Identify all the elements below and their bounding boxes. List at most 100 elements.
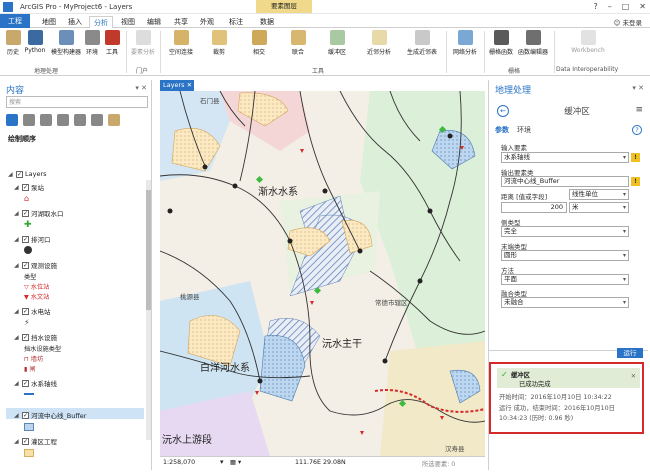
expand-icon[interactable]: ◢ xyxy=(8,171,14,178)
layer-outfall[interactable]: ◢ ✓ 排河口 xyxy=(14,234,51,244)
environments-button[interactable]: 环境 xyxy=(82,30,102,56)
menu-icon[interactable]: ≡ xyxy=(635,105,643,115)
dropdown-icon[interactable]: ▾ xyxy=(623,298,626,307)
tab-parameters[interactable]: 参数 xyxy=(495,125,509,135)
back-arrow-icon[interactable]: ← xyxy=(497,105,509,117)
near-button[interactable]: 近邻分析 xyxy=(364,30,394,56)
tab-insert[interactable]: 插入 xyxy=(64,16,86,28)
tab-edit[interactable]: 编辑 xyxy=(143,16,165,28)
map-canvas[interactable] xyxy=(160,91,485,456)
layer-checkbox[interactable]: ✓ xyxy=(22,437,29,445)
charts-icon[interactable] xyxy=(108,114,120,126)
layer-checkbox[interactable]: ✓ xyxy=(22,379,29,387)
side-type-select[interactable]: 完全 ▾ xyxy=(501,226,629,237)
dropdown-icon[interactable]: ▾ xyxy=(623,203,626,212)
tab-data[interactable]: 数据 xyxy=(256,16,278,28)
layer-checkbox[interactable]: ✓ xyxy=(22,183,29,191)
map-view[interactable]: 石门县 渐水水系 桃源县 常德市辖区 沅水主干 白洋河水系 沅水上游段 汉寿县 xyxy=(160,91,485,456)
close-icon[interactable]: ✕ xyxy=(187,81,192,89)
feature-analysis-button[interactable]: 要素分析 xyxy=(128,30,158,56)
user-status[interactable]: ☺ 未登录 xyxy=(614,17,642,27)
tab-appearance[interactable]: 外观 xyxy=(196,16,218,28)
editing-icon[interactable] xyxy=(57,114,69,126)
layer-checkbox[interactable]: ✓ xyxy=(22,261,29,269)
expand-icon[interactable]: ◢ xyxy=(14,184,20,191)
dropdown-icon[interactable]: ▾ xyxy=(623,153,626,162)
pane-controls[interactable]: ▾ ✕ xyxy=(632,84,644,92)
tab-environments[interactable]: 环境 xyxy=(517,125,531,135)
run-button[interactable]: 运行 xyxy=(617,348,643,358)
selection-icon[interactable] xyxy=(40,114,52,126)
layer-checkbox[interactable]: ✓ xyxy=(22,307,29,315)
tab-map[interactable]: 地图 xyxy=(38,16,60,28)
expand-icon[interactable]: ◢ xyxy=(14,236,20,243)
layer-checkbox[interactable]: ✓ xyxy=(16,170,23,178)
raster-functions-button[interactable]: 栅格函数 xyxy=(486,30,516,56)
modelbuilder-button[interactable]: 模型构建器 xyxy=(48,30,84,56)
scale-selector[interactable]: 1:258,070 xyxy=(163,459,195,466)
close-icon[interactable]: ✕ xyxy=(639,2,646,11)
dissolve-type-select[interactable]: 未融合 ▾ xyxy=(501,297,629,308)
map-view-tab[interactable]: Layers ✕ xyxy=(160,80,194,91)
dropdown-icon[interactable]: ▾ xyxy=(623,275,626,284)
expand-icon[interactable]: ◢ xyxy=(14,412,20,419)
tab-labeling[interactable]: 标注 xyxy=(225,16,247,28)
pane-controls[interactable]: ▾ ✕ xyxy=(135,84,147,92)
dropdown-icon[interactable]: ▾ xyxy=(623,190,626,199)
tab-share[interactable]: 共享 xyxy=(170,16,192,28)
expand-icon[interactable]: ◢ xyxy=(14,210,20,217)
tab-project[interactable]: 工程 xyxy=(0,14,30,28)
tree-root[interactable]: ◢ ✓ Layers xyxy=(8,170,47,178)
map-tools-icon[interactable]: ▦ ▾ xyxy=(230,459,241,466)
layer-checkbox[interactable]: ✓ xyxy=(22,209,29,217)
layer-checkbox[interactable]: ✓ xyxy=(22,411,29,419)
layer-intake[interactable]: ◢ ✓ 河湖取水口 xyxy=(14,208,64,218)
expand-icon[interactable]: ◢ xyxy=(14,380,20,387)
dropdown-icon[interactable]: ▾ xyxy=(623,227,626,236)
distance-unit-select[interactable]: 米 ▾ xyxy=(569,202,629,213)
labeling-icon[interactable] xyxy=(91,114,103,126)
input-features-field[interactable]: 水系轴线 ▾ xyxy=(501,152,629,163)
function-editor-button[interactable]: 函数编辑器 xyxy=(515,30,551,56)
tab-view[interactable]: 视图 xyxy=(117,16,139,28)
expand-icon[interactable]: ◢ xyxy=(14,262,20,269)
layer-checkbox[interactable]: ✓ xyxy=(22,333,29,341)
end-type-select[interactable]: 圆形 ▾ xyxy=(501,250,629,261)
layer-observation[interactable]: ◢ ✓ 观测设施 xyxy=(14,260,57,270)
layer-irrigation[interactable]: ◢ ✓ 灌区工程 xyxy=(14,436,57,446)
minimize-icon[interactable]: – xyxy=(608,2,612,11)
layer-pump-station[interactable]: ◢ ✓ 泵站 xyxy=(14,182,44,192)
snapping-icon[interactable] xyxy=(74,114,86,126)
method-select[interactable]: 平面 ▾ xyxy=(501,274,629,285)
generate-near-table-button[interactable]: 生成近邻表 xyxy=(404,30,440,56)
scale-dropdown-icon[interactable]: ▾ xyxy=(220,458,224,466)
distance-value-input[interactable]: 200 xyxy=(501,202,567,213)
python-button[interactable]: Python xyxy=(22,30,48,54)
expand-icon[interactable]: ◢ xyxy=(14,334,20,341)
clip-button[interactable]: 裁剪 xyxy=(206,30,232,56)
distance-mode-select[interactable]: 线性单位 ▾ xyxy=(569,189,629,200)
layer-river-buffer[interactable]: ◢ ✓ 河流中心线_Buffer xyxy=(14,410,86,420)
help-icon[interactable]: ? xyxy=(632,125,642,135)
draw-order-icon[interactable] xyxy=(6,114,18,126)
warning-icon[interactable]: ! xyxy=(631,153,640,162)
expand-icon[interactable]: ◢ xyxy=(14,438,20,445)
maximize-icon[interactable]: □ xyxy=(622,2,630,11)
spatial-join-button[interactable]: 空间连接 xyxy=(166,30,196,56)
contents-search-input[interactable]: 搜索 xyxy=(6,96,148,108)
workbench-button[interactable]: Workbench xyxy=(568,30,608,54)
buffer-button[interactable]: 缓冲区 xyxy=(324,30,350,56)
scroll-thumb[interactable] xyxy=(146,190,151,310)
expand-icon[interactable]: ◢ xyxy=(14,308,20,315)
warning-icon[interactable]: ! xyxy=(631,177,640,186)
help-icon[interactable]: ? xyxy=(593,2,597,11)
layer-dam[interactable]: ◢ ✓ 挡水设施 xyxy=(14,332,57,342)
data-source-icon[interactable] xyxy=(23,114,35,126)
layer-checkbox[interactable]: ✓ xyxy=(22,235,29,243)
close-icon[interactable]: ✕ xyxy=(631,373,636,380)
output-feature-class-field[interactable]: 河流中心线_Buffer xyxy=(501,176,629,187)
union-button[interactable]: 联合 xyxy=(285,30,311,56)
layer-water-axis[interactable]: ◢ ✓ 水系轴线 xyxy=(14,378,57,388)
intersect-button[interactable]: 相交 xyxy=(246,30,272,56)
network-analysis-button[interactable]: 网络分析 xyxy=(450,30,480,56)
